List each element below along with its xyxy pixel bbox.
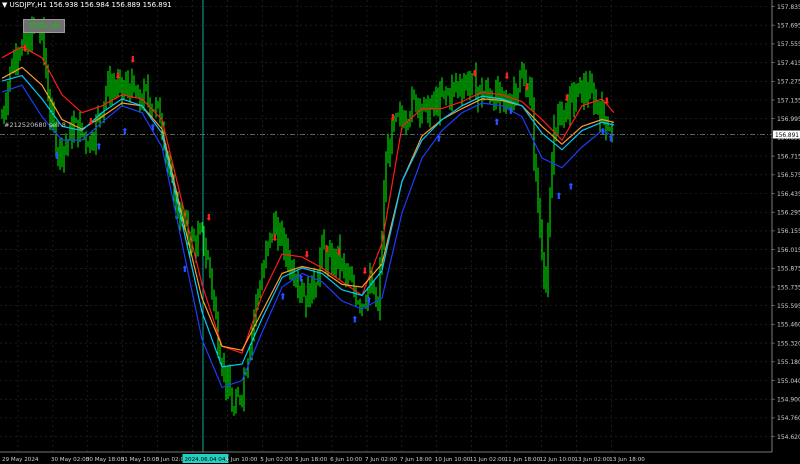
buy-signal-icon: ⬆ <box>435 134 443 144</box>
time-label: 5 Jun 02:00 <box>260 457 292 463</box>
price-label: 156.015 <box>777 247 800 254</box>
price-label: 157.415 <box>777 60 800 67</box>
price-label: 154.620 <box>777 434 800 441</box>
price-label: 157.555 <box>777 41 800 48</box>
buy-signal-icon: ⬆ <box>279 292 287 302</box>
sell-signal-icon: ⬇ <box>21 45 29 55</box>
symbol-label: USDJPY,H1 <box>9 1 47 9</box>
buy-signal-icon: ⬆ <box>53 152 61 162</box>
buy-signal-icon: ⬆ <box>493 118 501 128</box>
buy-signal-icon: ⬆ <box>351 316 359 326</box>
sell-signal-icon: ⬇ <box>323 245 331 255</box>
time-label: 5 Jun 18:00 <box>295 457 327 463</box>
buy-signal-icon: ⬆ <box>567 182 575 192</box>
buy-signal-icon: ⬆ <box>95 143 103 153</box>
time-label: 10 Jun 10:00 <box>435 457 471 463</box>
time-label: 31 May 10:00 <box>121 457 160 463</box>
time-label: 7 Jun 18:00 <box>400 457 432 463</box>
price-label: 155.460 <box>777 322 800 329</box>
buy-signal-icon: ⬆ <box>599 127 607 137</box>
price-label: 156.715 <box>777 153 800 160</box>
price-label: 157.695 <box>777 23 800 30</box>
price-label: 155.180 <box>777 359 800 366</box>
time-label: 13 Jun 02:00 <box>574 457 610 463</box>
sell-signal-icon: ⬇ <box>563 94 571 104</box>
time-label: 4 Jun 10:00 <box>225 457 257 463</box>
sell-signal-icon: ⬇ <box>114 72 122 82</box>
price-label: 156.575 <box>777 172 800 179</box>
time-label: 11 Jun 18:00 <box>505 457 541 463</box>
price-label: 155.735 <box>777 284 800 291</box>
sell-signal-icon: ⬇ <box>471 69 479 79</box>
sell-signal-icon: ⬇ <box>271 234 279 244</box>
dropdown-arrow-icon[interactable]: ▼ <box>2 1 10 9</box>
sell-signal-icon: ⬇ <box>303 251 311 261</box>
price-label: 154.760 <box>777 415 800 422</box>
buy-signal-icon: ⬆ <box>181 265 189 275</box>
sell-signal-icon: ⬇ <box>335 248 343 258</box>
time-label: 6 Jun 10:00 <box>330 457 362 463</box>
price-label: 154.900 <box>777 397 800 404</box>
buy-signal-icon: ⬆ <box>555 192 563 202</box>
sell-signal-icon: ⬇ <box>205 214 213 224</box>
price-label: 157.835 <box>777 4 800 11</box>
time-label: 30 May 18:00 <box>86 457 125 463</box>
sell-signal-icon: ⬇ <box>603 97 611 107</box>
time-label: 11 Jun 02:00 <box>470 457 506 463</box>
buy-signal-icon: ⬆ <box>149 123 157 133</box>
price-label: 155.320 <box>777 340 800 347</box>
time-label: 13 Jun 18:00 <box>609 457 645 463</box>
time-label: 12 Jun 10:00 <box>540 457 576 463</box>
buy-signal-icon: ⬆ <box>507 107 515 117</box>
sell-signal-icon: ⬇ <box>389 113 397 123</box>
chart-header: ▼ USDJPY,H1 156.938 156.984 156.889 156.… <box>2 1 172 9</box>
price-label: 155.040 <box>777 378 800 385</box>
price-label: 156.435 <box>777 191 800 198</box>
tp-sl-toggle-button[interactable]: TP/SL off <box>23 19 65 33</box>
sell-signal-icon: ⬇ <box>129 56 137 66</box>
time-label: 29 May 2024 <box>2 457 39 463</box>
price-label: 157.135 <box>777 97 800 104</box>
price-label: 155.875 <box>777 266 800 273</box>
buy-signal-icon: ⬆ <box>297 274 305 284</box>
sell-signal-icon: ⬇ <box>503 72 511 82</box>
sell-signal-icon: ⬇ <box>87 117 95 127</box>
buy-signal-icon: ⬆ <box>121 127 129 137</box>
order-label: #212520680 sell 8 <box>4 121 66 129</box>
sell-signal-icon: ⬇ <box>361 267 369 277</box>
buy-signal-icon: ⬆ <box>365 296 373 306</box>
quote-values: 156.938 156.984 156.889 156.891 <box>49 1 172 9</box>
price-label: 156.155 <box>777 228 800 235</box>
time-label: 30 May 02:00 <box>51 457 90 463</box>
time-label: 7 Jun 02:00 <box>365 457 397 463</box>
sell-signal-icon: ⬇ <box>523 83 531 93</box>
price-label: 156.295 <box>777 210 800 217</box>
price-chart[interactable]: 157.835 157.695 157.555 157.415 157.275 157.1… <box>0 0 800 464</box>
price-label: 156.995 <box>777 116 800 123</box>
current-price-label: 156.891 <box>775 133 799 139</box>
buy-signal-icon: ⬆ <box>607 134 615 144</box>
price-label: 157.275 <box>777 79 800 86</box>
price-label: 155.595 <box>777 303 800 310</box>
